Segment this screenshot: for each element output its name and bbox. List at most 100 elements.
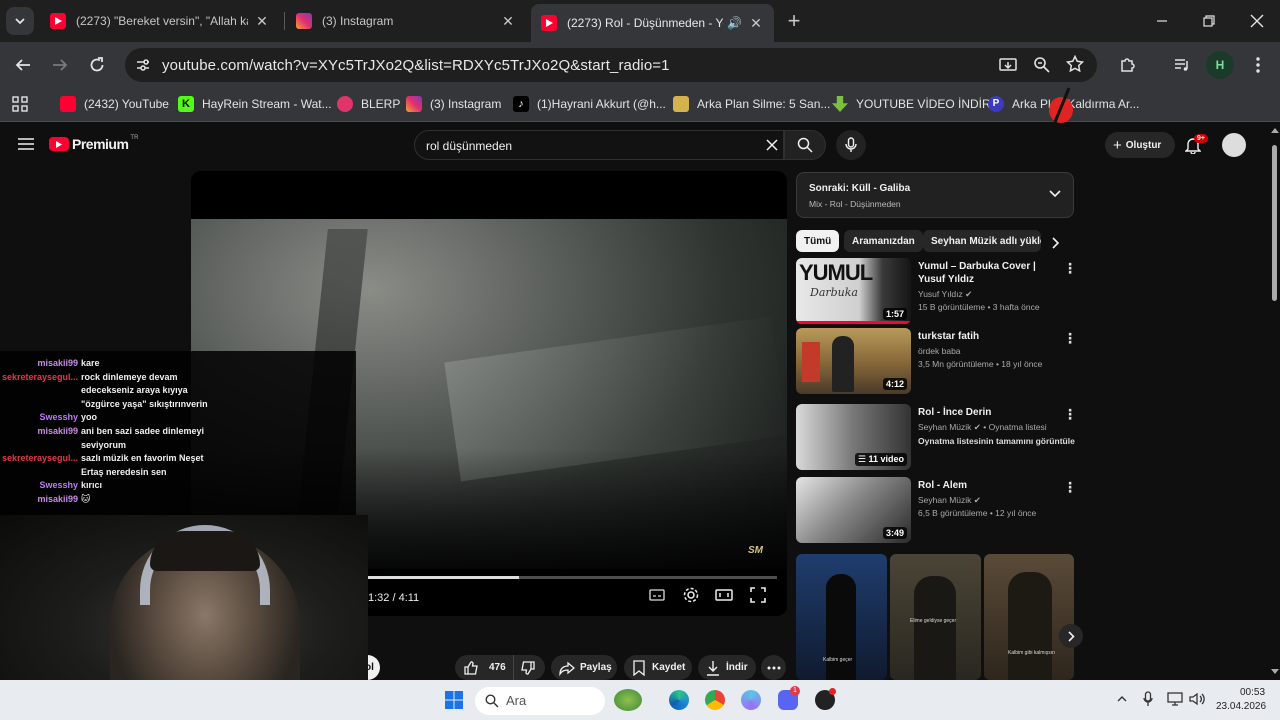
minimize-button[interactable] [1148, 7, 1176, 35]
more-vert-icon[interactable]: ⋮ [1063, 330, 1077, 347]
microphone-icon[interactable] [1143, 691, 1153, 707]
apps-grid-icon[interactable] [12, 96, 28, 112]
chevron-right-icon[interactable] [1052, 237, 1060, 249]
scrollbar-thumb[interactable] [1272, 145, 1277, 301]
chip-from-search[interactable]: Aramanızdan [844, 230, 923, 252]
related-video[interactable]: YUMUL Darbuka 1:57 Yumul – Darbuka Cover… [796, 258, 1081, 324]
tab-instagram[interactable]: (3) Instagram ✕ [286, 6, 526, 36]
scroll-up-arrow[interactable] [1271, 128, 1279, 133]
forward-button[interactable] [46, 51, 74, 79]
progress-bar[interactable] [368, 576, 777, 579]
clock-time[interactable]: 00:53 [1240, 687, 1265, 698]
video-thumbnail[interactable]: 3:49 [796, 477, 911, 543]
theater-mode-button[interactable] [715, 586, 737, 608]
reload-button[interactable] [83, 51, 111, 79]
close-icon[interactable]: ✕ [748, 15, 764, 32]
download-button[interactable]: İndir [698, 655, 756, 680]
channel-name[interactable]: Seyhan Müzik ✔ • Oynatma listesi [918, 422, 1047, 433]
duration-badge: 1:57 [882, 308, 907, 320]
dislike-button[interactable] [513, 655, 545, 680]
search-button[interactable] [784, 130, 826, 160]
short-caption: Elime geldiyse geçer [910, 618, 957, 624]
network-icon[interactable] [1167, 692, 1183, 706]
tab-search-button[interactable] [6, 7, 34, 35]
settings-button[interactable] [682, 586, 704, 608]
chip-all[interactable]: Tümü [796, 230, 840, 252]
video-title[interactable]: turkstar fatih [918, 330, 1063, 343]
bookmark-instagram[interactable]: (3) Instagram [406, 96, 501, 112]
edge-icon[interactable] [669, 690, 689, 710]
bookmark-hayrein[interactable]: K HayRein Stream - Wat... [178, 96, 332, 112]
close-icon[interactable]: ✕ [254, 13, 270, 30]
subtitles-button[interactable] [648, 586, 670, 608]
bookmark-youtube-indir[interactable]: YOUTUBE VİDEO İNDİR [832, 96, 991, 112]
related-playlist[interactable]: ☰ 11 video Rol - İnce Derin Seyhan Müzik… [796, 404, 1081, 470]
chevron-down-icon[interactable] [1049, 190, 1061, 198]
related-video[interactable]: 4:12 turkstar fatih ördek baba 3,5 Mn gö… [796, 328, 1081, 394]
short-thumbnail[interactable]: Kalbim geçer [796, 554, 887, 680]
address-bar[interactable]: youtube.com/watch?v=XYc5TrJXo2Q&list=RDX… [125, 48, 1097, 82]
site-info-icon[interactable] [135, 57, 151, 73]
extensions-button[interactable] [1114, 51, 1142, 79]
install-app-icon[interactable] [999, 56, 1017, 74]
share-button[interactable]: Paylaş [551, 655, 617, 680]
bookmark-tiktok[interactable]: ♪ (1)Hayrani Akkurt (@h... [513, 96, 666, 112]
create-button[interactable]: + Oluştur [1105, 132, 1175, 158]
bookmark-arka-plan-silme[interactable]: Arka Plan Silme: 5 San... [673, 96, 830, 112]
short-thumbnail[interactable]: Elime geldiyse geçer [890, 554, 981, 680]
taskbar-search[interactable]: Ara [475, 687, 605, 715]
bookmark-star-icon[interactable] [1066, 55, 1084, 73]
video-thumbnail[interactable]: YUMUL Darbuka 1:57 [796, 258, 911, 324]
fullscreen-button[interactable] [749, 586, 771, 608]
clear-search-icon[interactable] [766, 139, 778, 151]
video-title[interactable]: Rol - Alem [918, 479, 1063, 492]
more-vert-icon[interactable]: ⋮ [1063, 479, 1077, 496]
related-video[interactable]: 3:49 Rol - Alem Seyhan Müzik ✔ 6,5 B gör… [796, 477, 1081, 543]
zoom-icon[interactable] [1033, 56, 1051, 74]
account-avatar[interactable] [1222, 133, 1246, 157]
scroll-down-arrow[interactable] [1271, 669, 1279, 674]
page-scrollbar[interactable] [1268, 123, 1280, 680]
close-icon[interactable]: ✕ [500, 13, 516, 30]
like-button[interactable]: 476 [455, 655, 513, 680]
windows-start-icon[interactable] [445, 691, 463, 709]
video-title[interactable]: Rol - İnce Derin [918, 406, 1063, 419]
tab-youtube-rol[interactable]: (2273) Rol - Düşünmeden - Yo 🔊 ✕ [531, 4, 774, 42]
copilot-icon[interactable] [741, 690, 761, 710]
up-next-panel[interactable]: Sonraki: Küll - Galiba Mix - Rol - Düşün… [796, 172, 1074, 218]
browser-menu-button[interactable] [1244, 51, 1272, 79]
more-vert-icon[interactable]: ⋮ [1063, 260, 1077, 277]
youtube-premium-logo[interactable]: Premium TR [49, 135, 138, 152]
speaker-icon[interactable]: 🔊 [727, 16, 742, 30]
clock-date[interactable]: 23.04.2026 [1216, 701, 1266, 712]
bookmark-blerp[interactable]: BLERP [337, 96, 400, 112]
playlist-thumbnail[interactable]: ☰ 11 video [796, 404, 911, 470]
chevron-up-icon[interactable] [1117, 695, 1127, 702]
channel-name[interactable]: Yusuf Yıldız ✔ [918, 289, 972, 300]
voice-search-button[interactable] [836, 130, 866, 160]
bookmark-youtube[interactable]: (2432) YouTube [60, 96, 169, 112]
hamburger-menu-icon[interactable] [18, 138, 34, 150]
media-control-button[interactable] [1168, 51, 1196, 79]
tab-youtube-bereket[interactable]: (2273) "Bereket versin", "Allah kaz ✕ [40, 6, 280, 36]
chip-seyhan-muzik[interactable]: Seyhan Müzik adlı yükle [923, 230, 1041, 252]
short-thumbnail[interactable]: Kalbim gibi kalmışsın [984, 554, 1074, 680]
restore-button[interactable] [1195, 7, 1223, 35]
volume-icon[interactable] [1189, 692, 1205, 706]
more-vert-icon[interactable]: ⋮ [1063, 406, 1077, 423]
more-actions-button[interactable] [761, 655, 786, 680]
video-thumbnail[interactable]: 4:12 [796, 328, 911, 394]
search-input[interactable]: rol düşünmeden [414, 130, 784, 160]
new-tab-button[interactable]: + [780, 7, 808, 35]
profile-avatar[interactable]: H [1206, 51, 1234, 79]
view-full-playlist-link[interactable]: Oynatma listesinin tamamını görüntüle [918, 436, 1075, 446]
close-window-button[interactable] [1243, 7, 1271, 35]
save-button[interactable]: Kaydet [624, 655, 692, 680]
shorts-next-button[interactable] [1059, 624, 1083, 648]
channel-name[interactable]: Seyhan Müzik ✔ [918, 495, 981, 506]
widgets-icon[interactable] [614, 689, 642, 711]
video-title[interactable]: Yumul – Darbuka Cover | Yusuf Yıldız [918, 260, 1063, 286]
back-button[interactable] [9, 51, 37, 79]
chrome-icon[interactable] [705, 690, 725, 710]
channel-name[interactable]: ördek baba [918, 346, 961, 356]
